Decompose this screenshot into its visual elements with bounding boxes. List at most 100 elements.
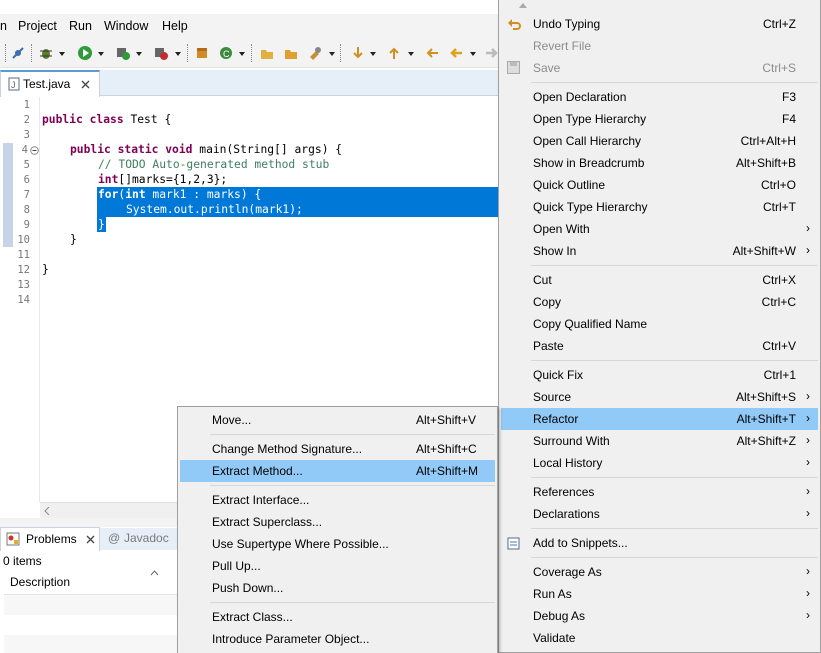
panel-divider xyxy=(0,518,178,527)
menu-item-label: Open Declaration xyxy=(533,90,627,104)
menu-item-cut[interactable]: Cut Ctrl+X xyxy=(501,269,818,291)
menu-item-accelerator: Ctrl+C xyxy=(761,295,796,309)
debug-icon[interactable] xyxy=(38,45,54,61)
menu-window[interactable]: Window xyxy=(104,19,148,33)
menu-item-add-to-snippets[interactable]: Add to Snippets... xyxy=(501,532,818,554)
scroll-left-icon[interactable] xyxy=(44,507,50,515)
menu-item-accelerator: Alt+Shift+Z xyxy=(736,434,796,448)
menu-item-undo-typing[interactable]: Undo Typing Ctrl+Z xyxy=(501,13,818,35)
debug-dropdown-icon[interactable] xyxy=(59,52,65,56)
menu-item-surround-with[interactable]: Surround With Alt+Shift+Z › xyxy=(501,430,818,452)
close-icon[interactable] xyxy=(81,80,90,89)
tab-javadoc[interactable]: Javadoc xyxy=(124,531,169,545)
menu-item-accelerator: Alt+Shift+W xyxy=(732,244,796,258)
menu-item-paste[interactable]: Paste Ctrl+V xyxy=(501,335,818,357)
keyword: class xyxy=(89,113,124,126)
code-line-7: for(int mark1 : marks) { xyxy=(98,188,261,201)
menu-item-introduce-parameter-object[interactable]: Introduce Parameter Object... xyxy=(180,628,495,650)
skip-breakpoints-icon[interactable] xyxy=(10,45,26,61)
menu-separator xyxy=(531,528,818,529)
menu-item-show-in-breadcrumb[interactable]: Show in Breadcrumb Alt+Shift+B xyxy=(501,152,818,174)
menu-item-label: Coverage As xyxy=(533,565,602,579)
menu-item-label: Validate xyxy=(533,631,576,645)
menu-item-extract-method[interactable]: Extract Method... Alt+Shift+M xyxy=(180,460,495,482)
menu-item-move[interactable]: Move... Alt+Shift+V xyxy=(180,409,495,431)
run-icon[interactable] xyxy=(77,45,93,61)
back-dropdown-icon[interactable] xyxy=(470,52,476,56)
table-header[interactable]: Description xyxy=(4,568,178,595)
menu-item-show-in[interactable]: Show In Alt+Shift+W › xyxy=(501,240,818,262)
tab-test-java[interactable]: J Test.java xyxy=(0,70,100,97)
coverage-icon[interactable] xyxy=(115,45,131,61)
menu-item-run-as[interactable]: Run As › xyxy=(501,583,818,605)
menu-item-validate[interactable]: Validate xyxy=(501,627,818,649)
menu-item-quick-outline[interactable]: Quick Outline Ctrl+O xyxy=(501,174,818,196)
menu-item-open-type-hierarchy[interactable]: Open Type Hierarchy F4 xyxy=(501,108,818,130)
menu-item-copy[interactable]: Copy Ctrl+C xyxy=(501,291,818,313)
open-type-icon[interactable] xyxy=(259,45,275,61)
menu-item-save[interactable]: Save Ctrl+S xyxy=(501,57,818,79)
search-dropdown-icon[interactable] xyxy=(329,52,335,56)
menu-item-push-down[interactable]: Push Down... xyxy=(180,577,495,599)
menu-item-quick-fix[interactable]: Quick Fix Ctrl+1 xyxy=(501,364,818,386)
menu-item-revert-file[interactable]: Revert File xyxy=(501,35,818,57)
external-tools-icon[interactable] xyxy=(153,45,169,61)
menu-item-coverage-as[interactable]: Coverage As › xyxy=(501,561,818,583)
line-number: 2 xyxy=(23,114,30,126)
menu-separator xyxy=(531,360,818,361)
external-tools-dropdown-icon[interactable] xyxy=(175,52,181,56)
menu-item-use-supertype[interactable]: Use Supertype Where Possible... xyxy=(180,533,495,555)
menu-item-label: Surround With xyxy=(533,434,610,448)
menu-item-label: Open Call Hierarchy xyxy=(533,134,642,148)
menu-item-quick-type-hierarchy[interactable]: Quick Type Hierarchy Ctrl+T xyxy=(501,196,818,218)
toolbar-separator xyxy=(340,44,341,62)
menu-item-accelerator: Alt+Shift+M xyxy=(416,464,479,478)
tab-problems[interactable]: Problems xyxy=(0,527,100,551)
menu-item-local-history[interactable]: Local History › xyxy=(501,452,818,474)
next-annotation-icon[interactable] xyxy=(350,45,366,61)
menu-item-refactor[interactable]: Refactor Alt+Shift+T › xyxy=(501,408,818,430)
last-edit-location-icon[interactable] xyxy=(424,45,440,61)
menu-item-accelerator: F3 xyxy=(781,90,796,104)
previous-annotation-dropdown-icon[interactable] xyxy=(408,52,414,56)
open-folder-icon[interactable] xyxy=(283,45,299,61)
menu-item-extract-superclass[interactable]: Extract Superclass... xyxy=(180,511,495,533)
menu-item-extract-class[interactable]: Extract Class... xyxy=(180,606,495,628)
coverage-dropdown-icon[interactable] xyxy=(136,52,142,56)
line-number: 14 xyxy=(17,294,30,306)
keyword: public xyxy=(42,113,83,126)
menu-item-label: Quick Outline xyxy=(533,178,606,192)
menu-item-extract-interface[interactable]: Extract Interface... xyxy=(180,489,495,511)
scroll-up-icon[interactable] xyxy=(519,2,527,8)
back-icon[interactable] xyxy=(448,45,464,61)
menu-item-open-call-hierarchy[interactable]: Open Call Hierarchy Ctrl+Alt+H xyxy=(501,130,818,152)
menu-file-partial[interactable]: n xyxy=(0,19,7,33)
menu-item-pull-up[interactable]: Pull Up... xyxy=(180,555,495,577)
menu-item-source[interactable]: Source Alt+Shift+S › xyxy=(501,386,818,408)
menu-help[interactable]: Help xyxy=(162,19,188,33)
column-description[interactable]: Description xyxy=(10,575,70,589)
new-package-icon[interactable] xyxy=(194,45,210,61)
line-number: 12 xyxy=(17,264,30,276)
menu-item-change-method-signature[interactable]: Change Method Signature... Alt+Shift+C xyxy=(180,438,495,460)
menu-item-accelerator: Alt+Shift+C xyxy=(416,442,477,456)
search-icon[interactable] xyxy=(307,45,323,61)
menu-run[interactable]: Run xyxy=(69,19,92,33)
close-icon[interactable] xyxy=(86,535,95,544)
new-class-icon[interactable]: C xyxy=(218,45,234,61)
sort-ascending-icon[interactable] xyxy=(150,570,159,576)
menu-item-declarations[interactable]: Declarations › xyxy=(501,503,818,525)
menu-item-copy-qualified-name[interactable]: Copy Qualified Name xyxy=(501,313,818,335)
new-class-dropdown-icon[interactable] xyxy=(239,52,245,56)
menu-item-debug-as[interactable]: Debug As › xyxy=(501,605,818,627)
run-dropdown-icon[interactable] xyxy=(98,52,104,56)
fold-collapse-icon[interactable] xyxy=(30,146,39,155)
menu-item-open-with[interactable]: Open With › xyxy=(501,218,818,240)
next-annotation-dropdown-icon[interactable] xyxy=(370,52,376,56)
menu-item-references[interactable]: References › xyxy=(501,481,818,503)
menu-item-open-declaration[interactable]: Open Declaration F3 xyxy=(501,86,818,108)
previous-annotation-icon[interactable] xyxy=(386,45,402,61)
gutter-divider xyxy=(39,97,40,502)
submenu-arrow-icon: › xyxy=(806,411,810,425)
menu-project[interactable]: Project xyxy=(18,19,57,33)
